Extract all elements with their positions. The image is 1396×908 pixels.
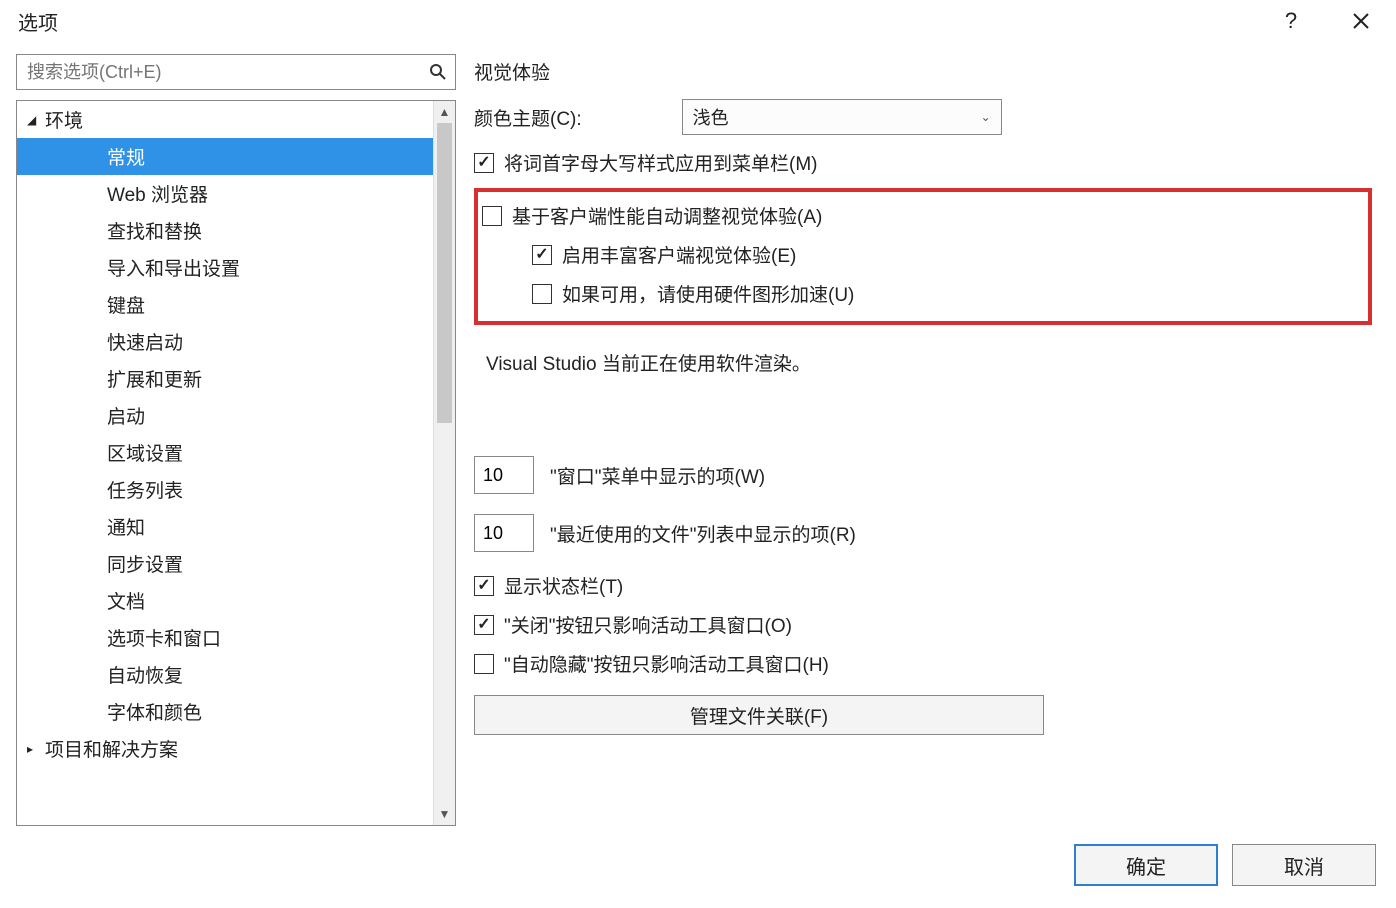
autohide-active-label: "自动隐藏"按钮只影响活动工具窗口(H) [504,650,829,677]
status-bar-checkbox[interactable] [474,576,494,596]
manage-file-assoc-label: 管理文件关联(F) [690,702,828,729]
close-active-checkbox[interactable] [474,615,494,635]
hw-accel-checkbox[interactable] [532,284,552,304]
tree-item-find-replace[interactable]: 查找和替换 [17,212,433,249]
settings-panel: 视觉体验 颜色主题(C): 浅色 ⌄ 将词首字母大写样式应用到菜单栏(M) 基于… [474,54,1380,826]
mru-items-input[interactable] [474,514,534,552]
tree-item-label: 自动恢复 [107,661,183,688]
titlecase-checkbox[interactable] [474,153,494,173]
tree-node-label: 环境 [45,106,83,133]
tree-item-startup[interactable]: 启动 [17,397,433,434]
tree-node-projects[interactable]: ▸ 项目和解决方案 [17,730,433,767]
tree-item-task-list[interactable]: 任务列表 [17,471,433,508]
tree-item-documents[interactable]: 文档 [17,582,433,619]
cancel-button[interactable]: 取消 [1232,844,1376,886]
close-icon [1352,12,1370,30]
tree-item-extensions[interactable]: 扩展和更新 [17,360,433,397]
tree-item-tabs-windows[interactable]: 选项卡和窗口 [17,619,433,656]
render-status: Visual Studio 当前正在使用软件渲染。 [486,349,1372,376]
tree-node-environment[interactable]: ◢ 环境 [17,101,433,138]
help-button[interactable]: ? [1270,6,1312,36]
tree-item-label: 文档 [107,587,145,614]
scroll-up-icon[interactable]: ▲ [434,101,455,123]
tree-item-fonts-colors[interactable]: 字体和颜色 [17,693,433,730]
tree-item-label: 区域设置 [107,439,183,466]
search-box[interactable] [16,54,456,90]
hw-accel-label: 如果可用，请使用硬件图形加速(U) [562,280,854,307]
tree-item-label: 扩展和更新 [107,365,202,392]
options-tree[interactable]: ◢ 环境 常规 Web 浏览器 查找和替换 导入和导出设置 键盘 快速启动 扩展… [17,101,433,825]
tree-item-label: 同步设置 [107,550,183,577]
auto-adjust-label: 基于客户端性能自动调整视觉体验(A) [512,202,822,229]
close-active-label: "关闭"按钮只影响活动工具窗口(O) [504,611,792,638]
tree-item-web-browser[interactable]: Web 浏览器 [17,175,433,212]
highlighted-group: 基于客户端性能自动调整视觉体验(A) 启用丰富客户端视觉体验(E) 如果可用，请… [474,188,1372,325]
window-items-input[interactable] [474,456,534,494]
chevron-down-icon: ⌄ [981,110,991,124]
tree-item-label: 通知 [107,513,145,540]
mru-items-label: "最近使用的文件"列表中显示的项(R) [550,520,856,547]
tree-item-notifications[interactable]: 通知 [17,508,433,545]
tree-item-locale[interactable]: 区域设置 [17,434,433,471]
manage-file-assoc-button[interactable]: 管理文件关联(F) [474,695,1044,735]
titlecase-label: 将词首字母大写样式应用到菜单栏(M) [504,149,817,176]
caret-down-icon: ◢ [27,113,36,127]
tree-item-label: 查找和替换 [107,217,202,244]
caret-right-icon: ▸ [27,742,33,756]
tree-item-label: 任务列表 [107,476,183,503]
tree-item-keyboard[interactable]: 键盘 [17,286,433,323]
tree-item-label: 快速启动 [107,328,183,355]
autohide-active-checkbox[interactable] [474,654,494,674]
status-bar-label: 显示状态栏(T) [504,572,623,599]
cancel-label: 取消 [1284,851,1324,880]
window-items-label: "窗口"菜单中显示的项(W) [550,462,765,489]
theme-combobox[interactable]: 浅色 ⌄ [682,99,1002,135]
tree-node-label: 项目和解决方案 [45,735,178,762]
rich-client-checkbox[interactable] [532,245,552,265]
close-button[interactable] [1340,6,1382,36]
theme-value: 浅色 [693,104,729,130]
tree-item-label: 导入和导出设置 [107,254,240,281]
visual-section-title: 视觉体验 [474,58,1372,85]
theme-label: 颜色主题(C): [474,104,582,131]
tree-item-auto-recover[interactable]: 自动恢复 [17,656,433,693]
scroll-thumb[interactable] [437,123,452,423]
scroll-down-icon[interactable]: ▼ [434,803,455,825]
auto-adjust-checkbox[interactable] [482,206,502,226]
tree-item-label: 启动 [107,402,145,429]
ok-label: 确定 [1126,851,1166,880]
tree-scrollbar[interactable]: ▲ ▼ [433,101,455,825]
rich-client-label: 启用丰富客户端视觉体验(E) [562,241,796,268]
tree-item-label: 常规 [107,143,145,170]
tree-item-label: 选项卡和窗口 [107,624,221,651]
dialog-footer: 确定 取消 [0,826,1396,908]
tree-item-label: 键盘 [107,291,145,318]
ok-button[interactable]: 确定 [1074,844,1218,886]
tree-item-quick-launch[interactable]: 快速启动 [17,323,433,360]
tree-item-import-export[interactable]: 导入和导出设置 [17,249,433,286]
tree-item-label: 字体和颜色 [107,698,202,725]
search-icon[interactable] [421,63,455,81]
titlebar: 选项 ? [0,0,1396,42]
search-input[interactable] [17,58,421,87]
tree-item-label: Web 浏览器 [107,180,208,207]
tree-item-sync-settings[interactable]: 同步设置 [17,545,433,582]
tree-item-general[interactable]: 常规 [17,138,433,175]
dialog-title: 选项 [18,7,58,36]
tree-panel: ◢ 环境 常规 Web 浏览器 查找和替换 导入和导出设置 键盘 快速启动 扩展… [16,100,456,826]
